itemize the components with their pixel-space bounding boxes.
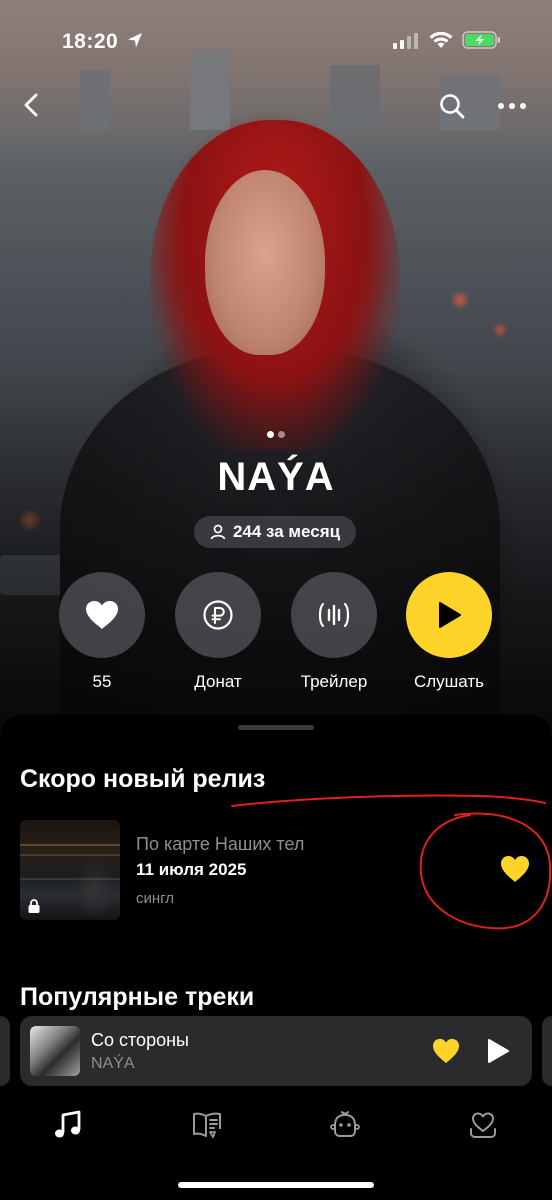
play-icon [439, 602, 461, 628]
tab-bar [0, 1100, 552, 1160]
listen-label: Слушать [413, 672, 485, 691]
trailer-button[interactable]: Трейлер [284, 572, 384, 692]
upcoming-release-row[interactable]: По карте Наших тел 11 июля 2025 сингл [20, 820, 532, 920]
tab-kids[interactable] [328, 1108, 362, 1142]
previous-track-peek[interactable] [0, 1016, 10, 1086]
back-button[interactable] [14, 88, 48, 122]
kids-icon [330, 1111, 360, 1137]
artist-name: NAÝA [217, 455, 335, 499]
trailer-icon [318, 602, 350, 628]
battery-charging-icon [462, 31, 500, 49]
chevron-left-icon [24, 93, 38, 117]
release-name: По карте Наших тел [136, 834, 305, 854]
status-bar: 18:20 [0, 0, 552, 80]
popular-tracks-heading: Популярные треки [20, 983, 255, 1011]
like-artist-button[interactable]: 55 [52, 572, 152, 692]
music-note-icon [55, 1110, 81, 1138]
more-options-button[interactable] [494, 90, 530, 122]
donate-button[interactable]: Донат [168, 572, 268, 692]
more-dots-icon [498, 103, 526, 109]
release-type: сингл [136, 890, 175, 907]
like-circle[interactable] [59, 572, 145, 658]
mini-play-icon[interactable] [486, 1038, 510, 1064]
heart-icon [86, 601, 118, 629]
listen-button[interactable]: Слушать [399, 572, 499, 692]
listen-circle[interactable] [406, 572, 492, 658]
release-cover [20, 820, 120, 920]
tab-books[interactable] [190, 1108, 224, 1142]
home-indicator[interactable] [178, 1182, 374, 1188]
upcoming-release-heading: Скоро новый релиз [20, 765, 266, 793]
location-arrow-icon [128, 33, 142, 48]
sheet-drag-handle[interactable] [238, 725, 314, 730]
now-playing-cover [30, 1026, 80, 1076]
search-button[interactable] [436, 90, 468, 122]
carousel-dot [278, 431, 285, 438]
trailer-circle[interactable] [291, 572, 377, 658]
cellular-signal-icon [393, 33, 418, 49]
donate-circle[interactable] [175, 572, 261, 658]
carousel-dot-active [267, 431, 274, 438]
next-track-peek[interactable] [542, 1016, 552, 1086]
release-info: По карте Наших тел 11 июля 2025 сингл [136, 834, 304, 907]
ruble-icon [203, 600, 233, 630]
donate-label: Донат [194, 672, 242, 691]
carousel-indicator [0, 431, 552, 438]
lock-icon [28, 899, 40, 913]
like-count: 55 [92, 672, 112, 691]
now-playing-like-icon[interactable] [432, 1038, 460, 1064]
monthly-listeners-text: 244 за месяц [232, 522, 341, 541]
now-playing-artist: NAÝA [91, 1055, 135, 1072]
now-playing-title: Со стороны [91, 1030, 189, 1050]
wifi-icon [429, 31, 453, 48]
book-icon [193, 1112, 221, 1138]
trailer-label: Трейлер [300, 672, 368, 691]
person-icon [210, 524, 226, 540]
release-date: 11 июля 2025 [136, 860, 247, 879]
release-like-heart-icon[interactable] [500, 855, 530, 883]
monthly-listeners-badge: 244 за месяц [194, 516, 356, 548]
tab-music[interactable] [51, 1108, 85, 1142]
tab-collection[interactable] [466, 1108, 500, 1142]
search-icon [440, 94, 465, 119]
mini-player[interactable]: Со стороны NAÝA [20, 1016, 532, 1086]
status-time: 18:20 [62, 30, 119, 53]
heart-collection-icon [470, 1112, 496, 1138]
